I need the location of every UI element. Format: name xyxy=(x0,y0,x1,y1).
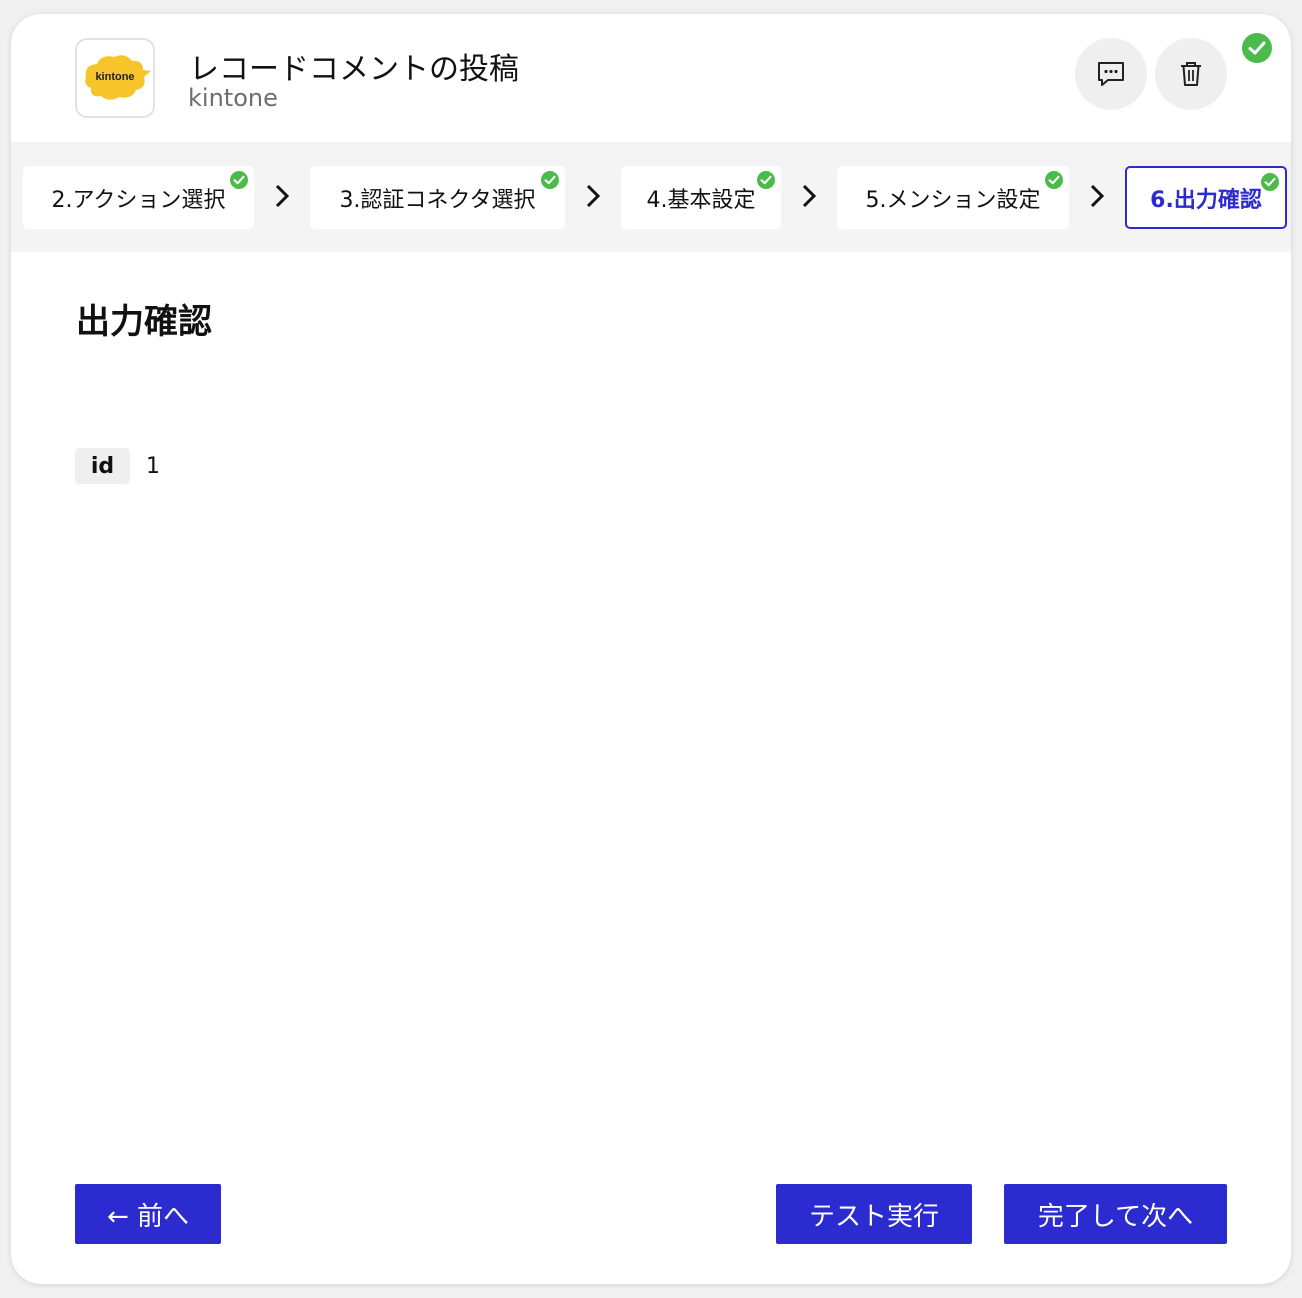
chevron-right-icon xyxy=(275,184,290,208)
step-label: 3.認証コネクタ選択 xyxy=(339,187,536,213)
chevron-right-icon xyxy=(1090,184,1105,208)
trash-icon xyxy=(1181,62,1201,86)
action-setup-card: kintone レコードコメントの投稿 kintone 2.アクション選択 3.… xyxy=(11,14,1291,1284)
prev-button[interactable]: ← 前へ xyxy=(75,1184,221,1244)
output-value: 1 xyxy=(146,454,160,479)
step-connector-select[interactable]: 3.認証コネクタ選択 xyxy=(310,166,565,229)
step-output-confirm[interactable]: 6.出力確認 xyxy=(1125,166,1287,229)
step-label: 4.基本設定 xyxy=(646,187,756,213)
output-key: id xyxy=(75,448,130,484)
step-label: 6.出力確認 xyxy=(1150,187,1262,213)
step-check-icon xyxy=(230,171,248,189)
kintone-logo-text: kintone xyxy=(95,71,134,83)
step-label: 5.メンション設定 xyxy=(865,187,1041,213)
step-label: 2.アクション選択 xyxy=(51,187,226,213)
chevron-right-icon xyxy=(586,184,601,208)
comment-button[interactable] xyxy=(1075,38,1147,110)
completed-check-icon xyxy=(1242,33,1272,63)
step-basic-settings[interactable]: 4.基本設定 xyxy=(621,166,781,229)
action-title: レコードコメントの投稿 xyxy=(189,52,519,87)
comment-icon xyxy=(1098,62,1124,86)
step-check-icon xyxy=(1045,171,1063,189)
kintone-app-icon: kintone xyxy=(75,38,155,118)
chevron-right-icon xyxy=(802,184,817,208)
step-action-select[interactable]: 2.アクション選択 xyxy=(23,166,254,229)
delete-button[interactable] xyxy=(1155,38,1227,110)
step-mention-settings[interactable]: 5.メンション設定 xyxy=(837,166,1069,229)
test-run-button[interactable]: テスト実行 xyxy=(776,1184,972,1244)
complete-next-button[interactable]: 完了して次へ xyxy=(1004,1184,1227,1244)
service-name: kintone xyxy=(188,84,278,112)
step-check-icon xyxy=(1261,173,1279,191)
step-navigation: 2.アクション選択 3.認証コネクタ選択 4.基本設定 5.メンション設定 6.… xyxy=(11,142,1291,252)
step-check-icon xyxy=(757,171,775,189)
section-title: 出力確認 xyxy=(76,302,212,342)
kintone-logo-icon: kintone xyxy=(85,55,151,100)
step-check-icon xyxy=(541,171,559,189)
action-header: kintone レコードコメントの投稿 kintone xyxy=(11,14,1291,142)
